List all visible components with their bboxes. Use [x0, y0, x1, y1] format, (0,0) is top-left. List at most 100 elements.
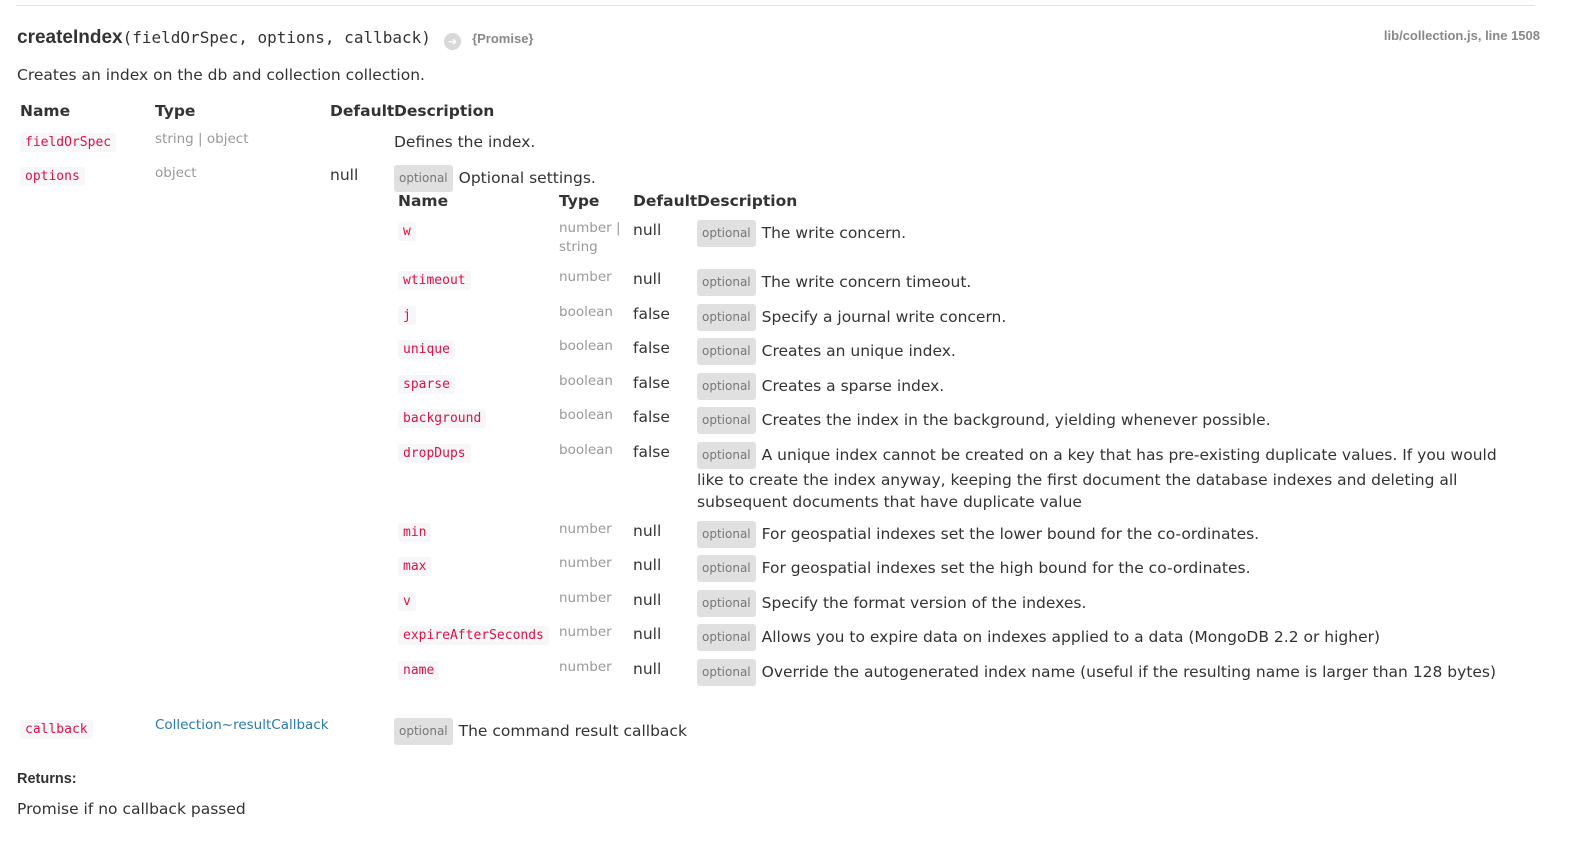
- optional-badge: optional: [697, 373, 756, 400]
- param-type: object: [155, 165, 197, 181]
- option-default: false: [633, 443, 670, 461]
- method-header: createIndex(fieldOrSpec, options, callba…: [17, 27, 1540, 53]
- optional-badge: optional: [697, 269, 756, 296]
- callback-type-link[interactable]: Collection~resultCallback: [155, 717, 329, 733]
- option-default: false: [633, 305, 670, 323]
- option-description-row: optional Specify the format version of th…: [697, 590, 1086, 617]
- option-description-row: optional Allows you to expire data on ind…: [697, 624, 1380, 651]
- optional-badge: optional: [697, 590, 756, 617]
- option-default: null: [633, 556, 662, 574]
- option-type: number: [559, 555, 612, 571]
- source-file[interactable]: lib/collection.js: [1384, 28, 1478, 43]
- option-description: For geospatial indexes set the high boun…: [761, 559, 1251, 577]
- params-header-default: Default: [330, 102, 395, 120]
- arrow-right-icon: ➜: [443, 33, 461, 50]
- optional-badge: optional: [697, 220, 756, 247]
- option-name: expireAfterSeconds: [398, 626, 549, 645]
- option-description: Creates the index in the background, yie…: [761, 411, 1271, 429]
- option-default: false: [633, 408, 670, 426]
- optional-badge: optional: [697, 442, 756, 469]
- param-description: Optional settings.: [458, 169, 596, 187]
- option-name: max: [398, 557, 432, 576]
- optional-badge: optional: [697, 555, 756, 582]
- returns-label: Returns:: [17, 771, 77, 787]
- option-name: dropDups: [398, 444, 471, 463]
- optional-badge: optional: [394, 165, 453, 192]
- option-name: min: [398, 523, 432, 542]
- option-description-row: optional Creates an unique index.: [697, 338, 956, 365]
- options-header-default: Default: [633, 192, 698, 210]
- option-type: boolean: [559, 373, 613, 389]
- top-divider: [16, 5, 1535, 6]
- option-name: background: [398, 409, 487, 428]
- option-type: boolean: [559, 304, 613, 320]
- option-type: boolean: [559, 407, 613, 423]
- source-line: , line 1508: [1477, 28, 1540, 43]
- param-name: callback: [20, 720, 93, 739]
- params-header-type: Type: [155, 102, 196, 120]
- option-type: number | string: [559, 220, 621, 255]
- options-header-type: Type: [559, 192, 600, 210]
- method-signature: (fieldOrSpec, options, callback): [122, 28, 431, 47]
- option-name: unique: [398, 340, 455, 359]
- option-type: number: [559, 521, 612, 537]
- option-name: name: [398, 661, 440, 680]
- optional-badge: optional: [697, 521, 756, 548]
- options-header-description: Description: [697, 192, 798, 210]
- param-description: Defines the index.: [394, 133, 536, 151]
- option-description: A unique index cannot be created on a ke…: [697, 446, 1497, 511]
- option-name: sparse: [398, 375, 455, 394]
- method-description: Creates an index on the db and collectio…: [17, 66, 425, 84]
- param-description-row: optional Optional settings.: [394, 165, 596, 192]
- source-reference[interactable]: lib/collection.js, line 1508: [1384, 28, 1540, 43]
- option-description-row: optional Specify a journal write concern.: [697, 304, 1006, 331]
- optional-badge: optional: [697, 338, 756, 365]
- option-description-row: optional Creates a sparse index.: [697, 373, 944, 400]
- option-type: number: [559, 659, 612, 675]
- optional-badge: optional: [394, 718, 453, 745]
- option-type: boolean: [559, 442, 613, 458]
- option-description-row: optional For geospatial indexes set the l…: [697, 521, 1259, 548]
- option-name: j: [398, 306, 416, 325]
- option-description: For geospatial indexes set the lower bou…: [761, 525, 1260, 543]
- optional-badge: optional: [697, 659, 756, 686]
- options-header-name: Name: [398, 192, 449, 210]
- option-description-row: optional A unique index cannot be created…: [697, 442, 1527, 514]
- param-name: options: [20, 167, 85, 186]
- option-default: null: [633, 270, 662, 288]
- option-type: number: [559, 624, 612, 640]
- option-default: false: [633, 339, 670, 357]
- optional-badge: optional: [697, 407, 756, 434]
- option-default: null: [633, 591, 662, 609]
- option-description-row: optional Creates the index in the backgro…: [697, 407, 1271, 434]
- param-name: fieldOrSpec: [20, 133, 117, 152]
- option-name: v: [398, 592, 416, 611]
- option-description: Allows you to expire data on indexes app…: [761, 628, 1381, 646]
- option-default: null: [633, 221, 662, 239]
- option-default: false: [633, 374, 670, 392]
- option-description-row: optional The write concern timeout.: [697, 269, 971, 296]
- option-description-row: optional Override the autogenerated index…: [697, 659, 1496, 686]
- param-description: The command result callback: [458, 722, 687, 740]
- option-name: wtimeout: [398, 271, 471, 290]
- option-description: Specify the format version of the indexe…: [761, 594, 1087, 612]
- option-description: Creates a sparse index.: [761, 377, 945, 395]
- option-description-row: optional The write concern.: [697, 220, 906, 247]
- param-description-row: optional The command result callback: [394, 718, 687, 745]
- option-default: null: [633, 625, 662, 643]
- option-type: number: [559, 269, 612, 285]
- param-type: string | object: [155, 131, 249, 147]
- param-default: null: [330, 166, 359, 184]
- option-description: Specify a journal write concern.: [761, 308, 1007, 326]
- option-description: Override the autogenerated index name (u…: [761, 663, 1497, 681]
- option-description-row: optional For geospatial indexes set the h…: [697, 555, 1251, 582]
- optional-badge: optional: [697, 624, 756, 651]
- option-name: w: [398, 222, 416, 241]
- option-type: boolean: [559, 338, 613, 354]
- params-header-name: Name: [20, 102, 71, 120]
- returns-description: Promise if no callback passed: [17, 800, 246, 818]
- params-header-description: Description: [394, 102, 495, 120]
- optional-badge: optional: [697, 304, 756, 331]
- returns-type: {Promise}: [472, 31, 534, 46]
- method-name: createIndex: [17, 27, 123, 48]
